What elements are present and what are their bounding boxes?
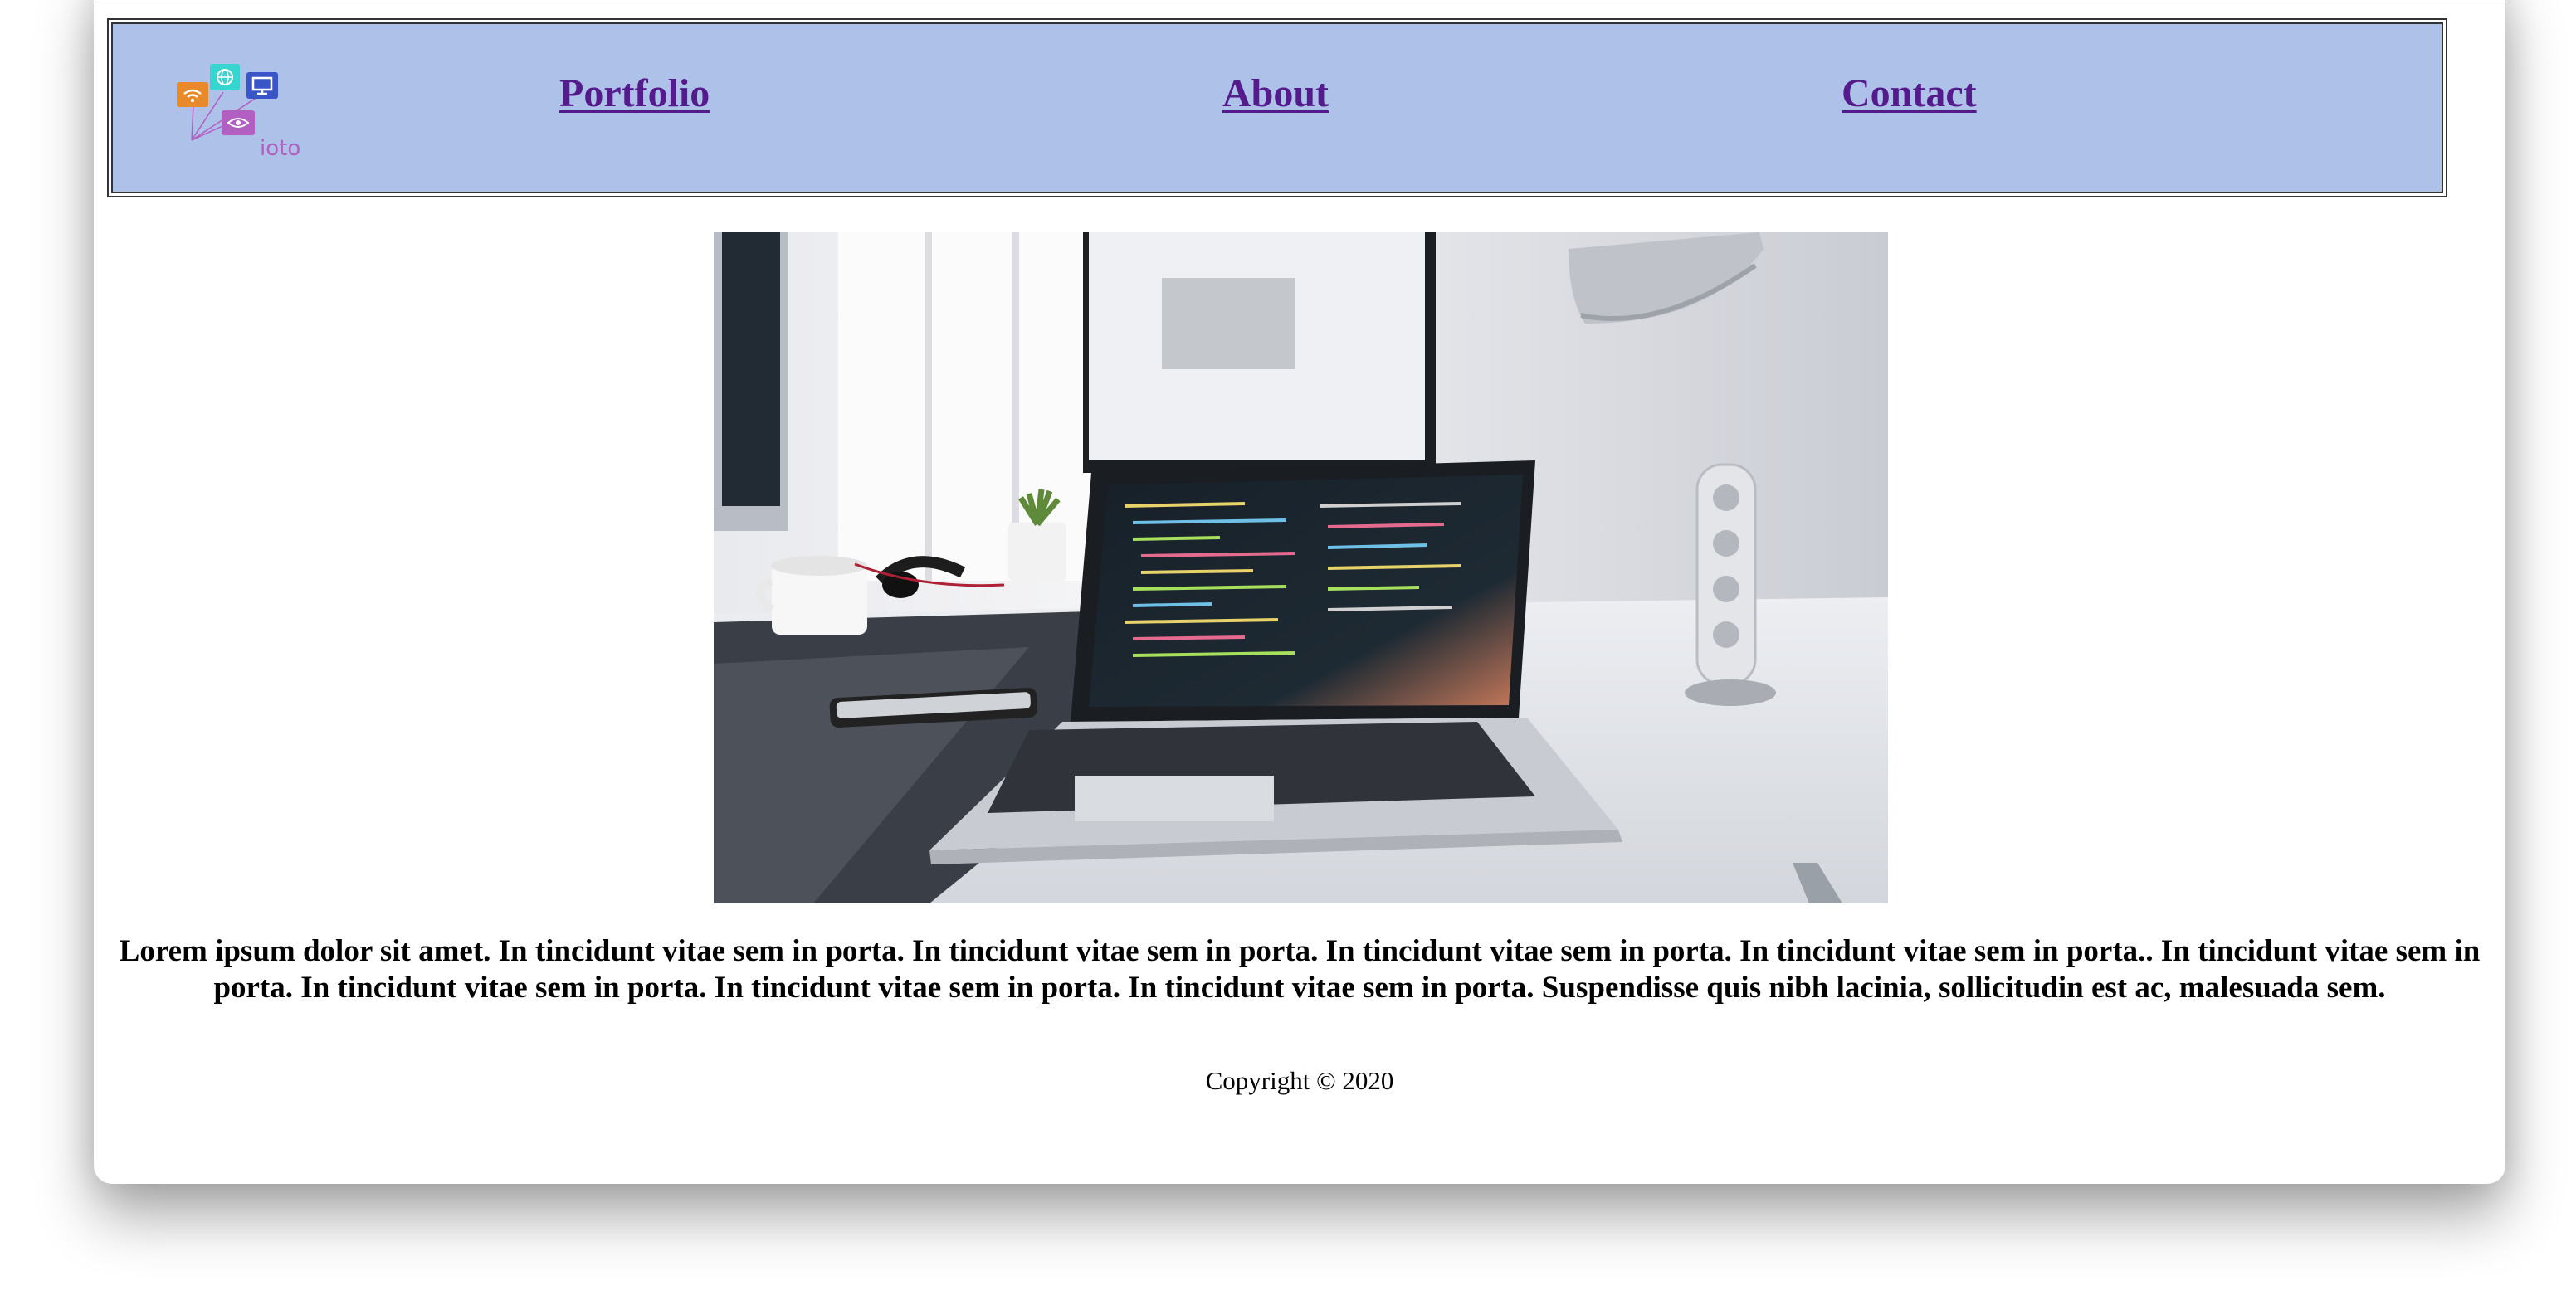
hero-image — [714, 232, 1888, 903]
eye-icon — [222, 110, 255, 135]
globe-icon — [210, 64, 240, 90]
copyright-footer: Copyright © 2020 — [1205, 1066, 1394, 1095]
nav-bar: ioto Portfolio About Contact — [111, 22, 2443, 193]
nav-link-portfolio[interactable]: Portfolio — [559, 71, 710, 116]
site-header: ioto Portfolio About Contact — [107, 18, 2447, 197]
svg-text:ioto: ioto — [260, 136, 300, 161]
nav-link-contact[interactable]: Contact — [1842, 71, 1977, 116]
browser-window: ioto Portfolio About Contact Lorem ipsum… — [94, 0, 2505, 1184]
nav-link-about[interactable]: About — [1222, 71, 1329, 116]
monitor-icon — [246, 72, 278, 99]
site-logo[interactable]: ioto — [175, 62, 308, 162]
wifi-icon — [177, 82, 208, 107]
intro-paragraph: Lorem ipsum dolor sit amet. In tincidunt… — [119, 934, 2481, 1005]
